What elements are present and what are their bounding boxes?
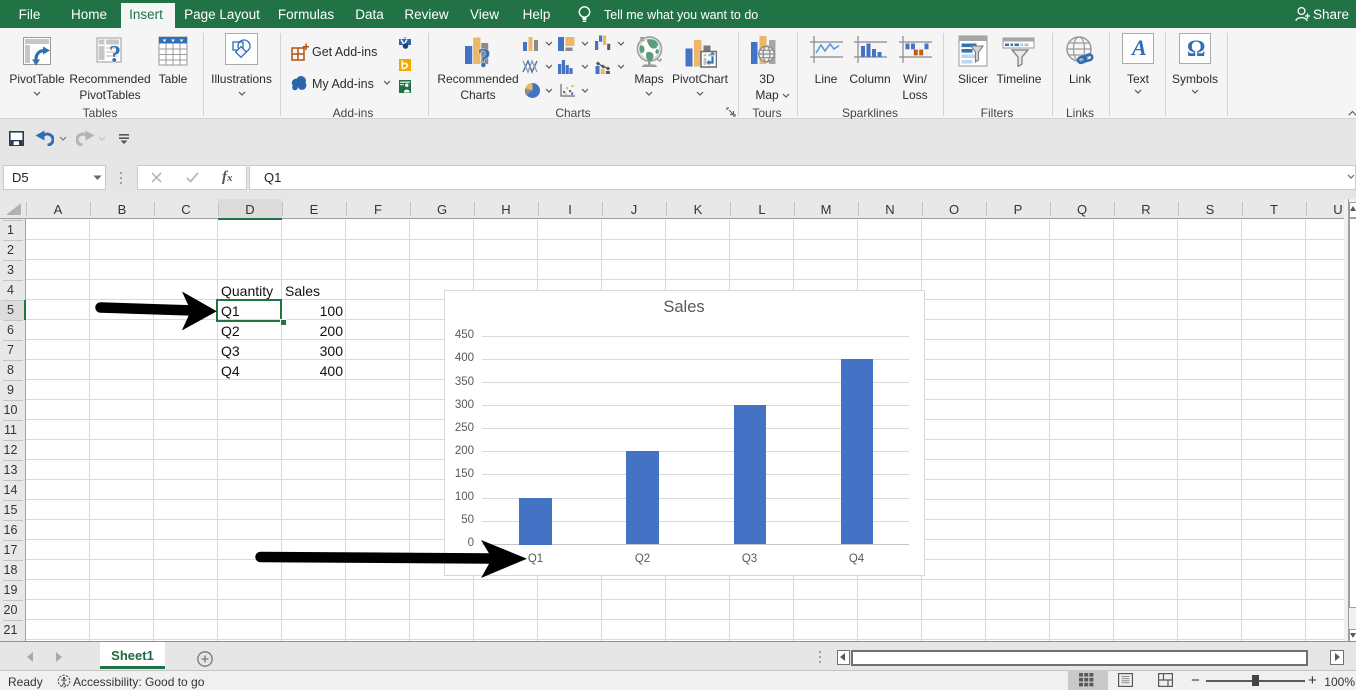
svg-text:A: A <box>1130 35 1147 60</box>
svg-text:?: ? <box>478 43 492 68</box>
svg-text:?: ? <box>109 42 121 65</box>
svg-text:Ω: Ω <box>1187 36 1205 61</box>
